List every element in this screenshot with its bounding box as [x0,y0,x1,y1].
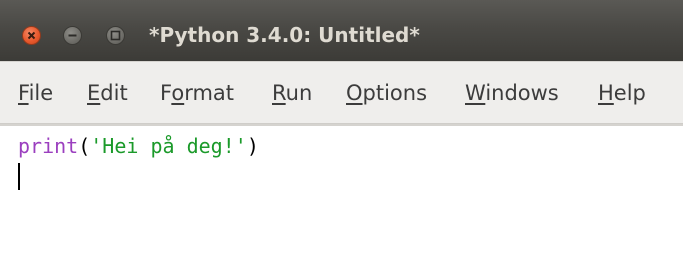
maximize-button[interactable] [106,26,125,45]
menu-format-mnemonic: o [171,81,185,105]
menu-format-label: rmat [184,81,235,105]
menu-run[interactable]: Run [272,78,312,108]
text-caret [18,163,20,190]
minimize-button[interactable] [63,26,82,45]
menu-file-label: ile [28,81,54,105]
close-paren: ) [246,134,259,158]
menu-windows[interactable]: Windows [465,78,559,108]
menu-options-label: ptions [362,81,428,105]
menu-windows-mnemonic: W [465,81,486,105]
title-bar[interactable]: *Python 3.4.0: Untitled* [0,0,683,61]
menu-run-label: un [285,81,313,105]
menu-options[interactable]: Options [346,78,427,108]
window-title: *Python 3.4.0: Untitled* [149,23,420,47]
menu-help[interactable]: Help [598,78,646,108]
menu-file[interactable]: File [18,78,53,108]
open-paren: ( [78,134,91,158]
maximize-icon [110,30,121,41]
menu-bar: File Edit Format Run Options Windows Hel… [0,61,683,124]
code-line-1: print('Hei på deg!') [18,131,259,161]
close-button[interactable] [22,26,41,45]
idle-editor-window: *Python 3.4.0: Untitled* File Edit Forma… [0,0,683,280]
menu-windows-label: indows [485,81,559,105]
menu-edit-mnemonic: E [87,81,101,105]
menu-help-label: elp [613,81,646,105]
code-editor[interactable]: print('Hei på deg!') [0,124,683,280]
menu-edit-label: dit [100,81,128,105]
menu-run-mnemonic: R [272,81,286,105]
menu-edit[interactable]: Edit [87,78,128,108]
string-literal: 'Hei på deg!' [90,134,247,158]
minimize-icon [68,34,77,37]
menu-format-label-start: F [160,81,172,105]
print-keyword: print [18,134,79,158]
menu-format[interactable]: Format [160,78,234,108]
menu-options-mnemonic: O [346,81,363,105]
close-icon [27,31,36,40]
menu-file-mnemonic: F [18,81,29,105]
menu-help-mnemonic: H [598,81,614,105]
